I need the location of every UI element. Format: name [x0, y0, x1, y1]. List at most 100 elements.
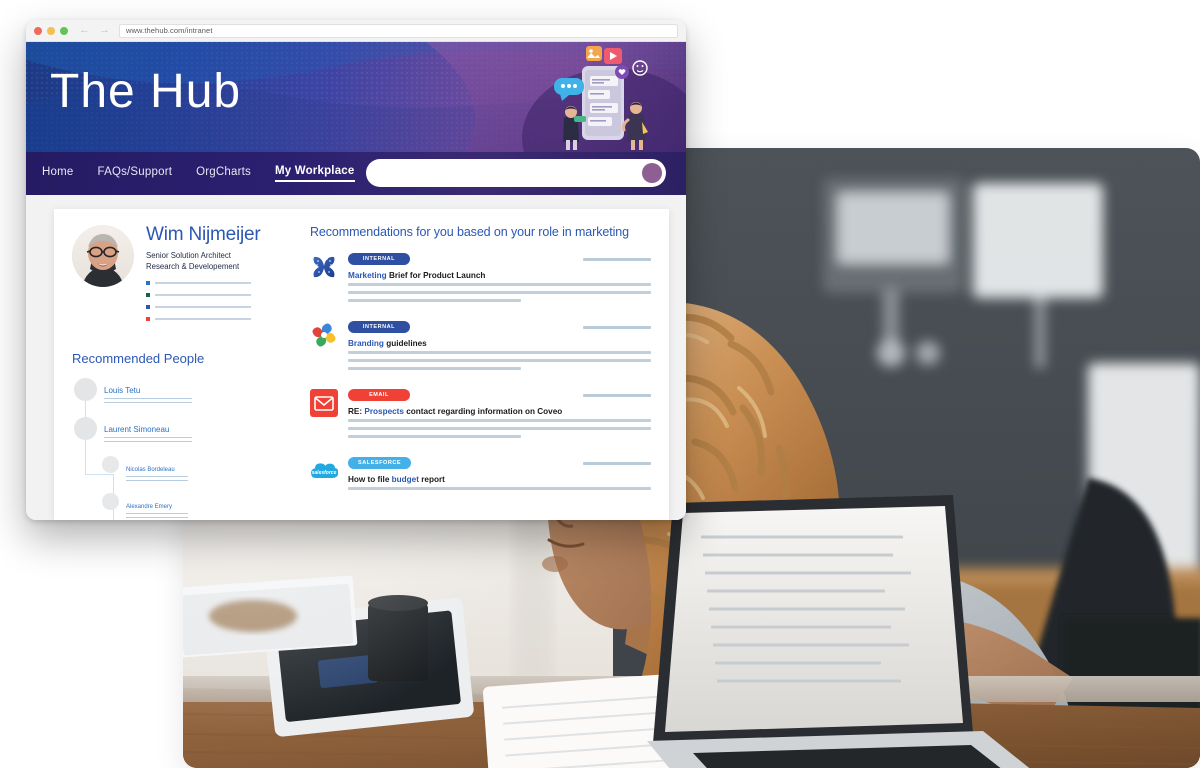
recommendation-title[interactable]: Marketing Brief for Product Launch: [348, 271, 485, 280]
page-title: The Hub: [50, 65, 242, 118]
list-item[interactable]: Laurent Simoneau: [74, 416, 302, 445]
placeholder-bars: [126, 512, 188, 519]
minimize-icon[interactable]: [47, 26, 55, 35]
page-body: Wim Nijmeijer Senior Solution Architect …: [26, 195, 686, 520]
placeholder-bar: [348, 419, 651, 422]
recommendation-title[interactable]: How to file budget report: [348, 475, 445, 484]
profile-block: Wim Nijmeijer Senior Solution Architect …: [72, 225, 302, 329]
placeholder-bar: [104, 436, 192, 439]
workplace-card: Wim Nijmeijer Senior Solution Architect …: [54, 209, 669, 520]
placeholder-bar: [348, 283, 651, 286]
recommendation-title-highlight: Branding: [348, 339, 384, 348]
placeholder-bar: [348, 487, 651, 490]
salesforce-cloud-icon: salesforce: [310, 457, 338, 485]
placeholder-bar: [348, 299, 521, 302]
avatar: [102, 492, 119, 510]
placeholder-bar: [126, 516, 188, 519]
placeholder-bar: [126, 475, 188, 478]
recommendation-item[interactable]: INTERNAL Marketing Brief for Product Lau…: [310, 253, 651, 307]
list-item[interactable]: Alexandre Emery: [102, 492, 302, 520]
window-controls[interactable]: [34, 26, 68, 35]
placeholder-bar: [155, 305, 251, 308]
profile-info-lines: [146, 280, 261, 321]
search-bar[interactable]: [366, 159, 666, 187]
recommendation-title-rest: report: [418, 475, 445, 484]
profile-title-line2: Research & Developement: [146, 262, 240, 272]
placeholder-bar: [155, 281, 251, 284]
profile-info-line: [146, 292, 261, 297]
person-name[interactable]: Nicolas Bordeleau: [126, 467, 175, 473]
screenshot-canvas: ← → www.thehub.com/intranet The Hub Home…: [0, 0, 1200, 768]
profile-info-line: [146, 304, 261, 309]
list-item[interactable]: Nicolas Bordeleau: [102, 455, 302, 484]
placeholder-bars: [126, 475, 188, 482]
recommendation-title-highlight: Marketing: [348, 271, 387, 280]
forward-arrow-icon[interactable]: →: [99, 25, 110, 36]
recommendation-title-rest: guidelines: [383, 339, 427, 348]
recommendation-title-highlight: Prospects: [364, 407, 404, 416]
recommendation-item[interactable]: INTERNAL Branding guidelines: [310, 321, 651, 375]
blue-butterfly-icon: [310, 253, 338, 281]
placeholder-bars: [104, 397, 192, 404]
recommendation-title-highlight: budget: [391, 475, 419, 484]
snippet-bars: [348, 351, 651, 370]
placeholder-bars: [104, 436, 192, 443]
svg-text:salesforce: salesforce: [312, 470, 337, 476]
status-badge: SALESFORCE: [348, 457, 412, 469]
profile-info-line: [146, 316, 261, 321]
placeholder-bar: [583, 393, 651, 397]
team-chat-illustration: [554, 46, 648, 150]
search-submit-button[interactable]: [642, 163, 662, 183]
recommendations-column: Recommendations for you based on your ro…: [302, 225, 669, 520]
avatar: [102, 455, 119, 473]
bullet-icon: [146, 304, 150, 309]
recommendations-heading: Recommendations for you based on your ro…: [310, 225, 629, 239]
colorful-pinwheel-icon: [310, 321, 338, 349]
placeholder-bar: [104, 440, 192, 443]
bullet-icon: [146, 292, 150, 297]
browser-chrome: ← → www.thehub.com/intranet: [26, 20, 686, 42]
url-text: www.thehub.com/intranet: [126, 26, 213, 35]
recommended-people-list: Louis Tetu Laurent Simoneau Nicolas Bord…: [72, 377, 302, 520]
placeholder-bar: [348, 435, 521, 438]
profile-name: Wim Nijmeijer: [146, 224, 261, 245]
person-name[interactable]: Louis Tetu: [104, 386, 140, 395]
avatar: [74, 377, 97, 401]
url-bar[interactable]: www.thehub.com/intranet: [119, 23, 678, 38]
recommendation-title-rest: contact regarding information on Coveo: [403, 407, 563, 416]
profile-info-line: [146, 280, 261, 285]
avatar-photo: [72, 225, 134, 287]
nav-item-orgcharts[interactable]: OrgCharts: [196, 166, 251, 181]
recommendation-item[interactable]: EMAIL RE: Prospects contact regarding in…: [310, 389, 651, 443]
placeholder-bar: [348, 427, 651, 430]
placeholder-bar: [126, 479, 188, 482]
placeholder-bar: [348, 291, 651, 294]
placeholder-bar: [104, 397, 192, 400]
snippet-bars: [348, 419, 651, 438]
person-name[interactable]: Laurent Simoneau: [104, 425, 169, 434]
placeholder-bar: [583, 257, 651, 261]
nav-item-home[interactable]: Home: [42, 166, 73, 181]
close-icon[interactable]: [34, 26, 42, 35]
placeholder-bar: [155, 293, 251, 296]
browser-window: ← → www.thehub.com/intranet The Hub Home…: [26, 20, 686, 520]
placeholder-bar: [104, 401, 192, 404]
back-arrow-icon[interactable]: ←: [79, 25, 90, 36]
recommendation-title-prefix: RE:: [348, 407, 365, 416]
search-input[interactable]: [366, 159, 666, 187]
browser-nav-arrows[interactable]: ← →: [79, 25, 110, 36]
person-name[interactable]: Alexandre Emery: [126, 504, 172, 510]
recommendation-title[interactable]: Branding guidelines: [348, 339, 427, 348]
recommendation-item[interactable]: salesforce SALESFORCE How to file budget…: [310, 457, 651, 495]
nav-item-faqs-support[interactable]: FAQs/Support: [97, 166, 172, 181]
maximize-icon[interactable]: [60, 26, 68, 35]
recommendation-title-rest: Brief for Product Launch: [386, 271, 486, 280]
nav-item-my-workplace[interactable]: My Workplace: [274, 165, 355, 182]
main-navigation: Home FAQs/Support OrgCharts My Workplace: [26, 152, 686, 195]
list-item[interactable]: Louis Tetu: [74, 377, 302, 406]
profile-title: Senior Solution Architect Research & Dev…: [146, 250, 261, 273]
recommendation-title[interactable]: RE: Prospects contact regarding informat…: [348, 407, 562, 416]
placeholder-bar: [348, 359, 651, 362]
email-envelope-icon: [310, 389, 338, 417]
placeholder-bar: [126, 512, 188, 515]
